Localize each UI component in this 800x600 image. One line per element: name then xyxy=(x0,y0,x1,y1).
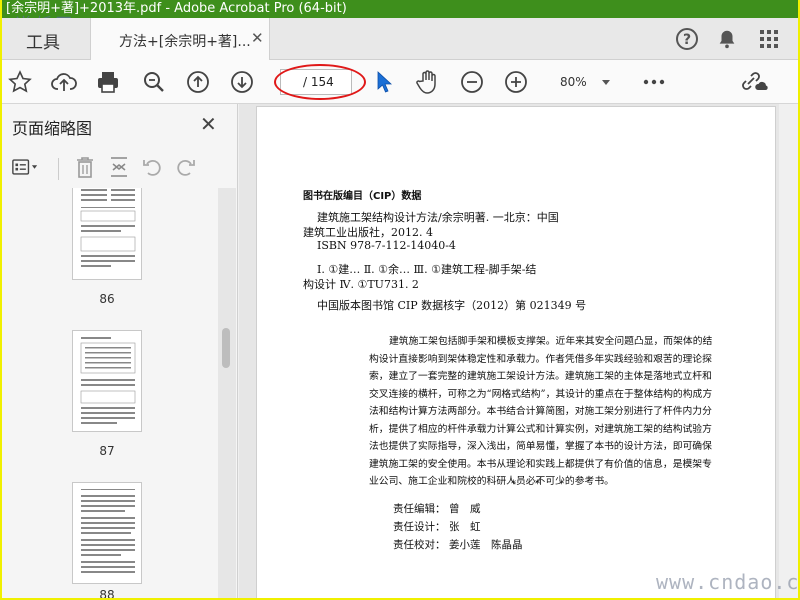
red-annotation-ellipse xyxy=(274,64,366,100)
previous-page-icon[interactable] xyxy=(184,68,212,96)
acrobat-window: [余宗明+著]+2013年.pdf - Adobe Acrobat Pro (6… xyxy=(2,0,798,598)
cip-line: 构设计 Ⅳ. ①TU731. 2 xyxy=(303,278,419,291)
tab-close-icon[interactable]: ✕ xyxy=(251,29,264,47)
extract-page-icon[interactable] xyxy=(106,154,132,180)
zoom-in-icon[interactable] xyxy=(502,68,530,96)
credit-name: 张 虹 xyxy=(449,521,481,533)
cip-line: Ⅰ. ①建… Ⅱ. ①余… Ⅲ. ①建筑工程-脚手架-结 xyxy=(317,263,537,276)
thumbnail-page-number: 87 xyxy=(99,444,115,458)
section-stars: * * * xyxy=(511,479,565,490)
thumbnail-scrollbar-thumb[interactable] xyxy=(222,328,230,368)
apps-grid-icon[interactable] xyxy=(756,26,782,52)
help-icon[interactable]: ? xyxy=(674,26,700,52)
panel-title: 页面缩略图 xyxy=(12,119,93,138)
summary-line: 交叉连接的横杆，可称之为“网格式结构”，其设计的重点在于整体结构的构成方 xyxy=(369,388,713,400)
main-toolbar: / 154 80% xyxy=(2,60,798,104)
bookmark-star-icon[interactable] xyxy=(6,68,34,96)
credit-role: 责任校对： xyxy=(393,539,446,551)
cip-line: 中国版本图书馆 CIP 数据核字（2012）第 021349 号 xyxy=(317,299,587,312)
thumbnail-page-number: 88 xyxy=(99,588,115,598)
summary-line: 构设计直接影响到架体稳定性和承载力。作者凭借多年实践经验和艰苦的理论探 xyxy=(369,353,712,365)
zoom-level-value: 80% xyxy=(560,75,587,89)
summary-line: 法和结构计算方法两部分。本书结合计算简图，对施工架分别进行了杆件内力分 xyxy=(369,406,712,417)
book-summary: 建筑施工架包括脚手架和模板支撑架。近年来其安全问题凸显，而架体的结 构设计直接影… xyxy=(369,333,749,491)
tab-document-label: 方法+[余宗明+著]... xyxy=(119,34,251,50)
tab-bar: 工具 方法+[余宗明+著]... ✕ ? xyxy=(2,18,798,61)
credit-role: 责任设计： xyxy=(393,521,446,533)
watermark-bottom-right: www.cndao.com xyxy=(656,570,798,594)
panel-close-icon[interactable]: ✕ xyxy=(200,112,217,136)
share-link-icon[interactable] xyxy=(740,68,768,96)
cip-line: 建筑施工架结构设计方法/余宗明著. 一北京：中国 xyxy=(317,211,559,224)
print-icon[interactable] xyxy=(94,68,122,96)
select-cursor-icon[interactable] xyxy=(370,68,398,96)
document-view: 图书在版编目（CIP）数据 建筑施工架结构设计方法/余宗明著. 一北京：中国 建… xyxy=(239,104,798,598)
thumbnail-page-86[interactable] xyxy=(72,188,142,280)
zoom-out-icon[interactable] xyxy=(458,68,486,96)
tab-document[interactable]: 方法+[余宗明+著]... ✕ xyxy=(90,18,270,61)
thumbnail-page-number: 86 xyxy=(99,292,115,306)
pdf-page: 图书在版编目（CIP）数据 建筑施工架结构设计方法/余宗明著. 一北京：中国 建… xyxy=(256,106,776,598)
rotate-right-icon[interactable] xyxy=(172,154,198,180)
thumbnail-list: 86 87 88 xyxy=(2,188,218,598)
summary-line: 法也提供了实际指导，深入浅出，简单易懂，掌握了本书的设计方法，即可确保 xyxy=(369,441,712,452)
zoom-search-icon[interactable] xyxy=(140,68,168,96)
summary-line: 建筑施工架的安全使用。本书从理论和实践上都提供了有价值的信息，是模架专 xyxy=(369,458,712,470)
page-thumbnails-panel: 页面缩略图 ✕ 86 87 88 xyxy=(2,104,238,598)
thumbnail-scrollbar[interactable] xyxy=(218,188,236,598)
thumbnail-options-icon[interactable] xyxy=(12,154,38,180)
summary-line: 建筑施工架包括脚手架和模板支撑架。近年来其安全问题凸显，而架体的结 xyxy=(389,336,713,347)
document-scrollbar[interactable] xyxy=(779,104,798,598)
chevron-down-icon[interactable] xyxy=(602,80,610,85)
cip-heading: 图书在版编目（CIP）数据 xyxy=(303,191,422,202)
more-options-icon[interactable] xyxy=(640,68,668,96)
panel-toolbar xyxy=(2,148,238,186)
thumbnail-page-87[interactable] xyxy=(72,330,142,432)
credit-role: 责任编辑： xyxy=(393,503,446,515)
cip-line: 建筑工业出版社，2012. 4 xyxy=(303,226,433,239)
credit-name: 姜小莲 陈晶晶 xyxy=(449,539,523,551)
hand-tool-icon[interactable] xyxy=(414,68,442,96)
upload-cloud-icon[interactable] xyxy=(50,68,78,96)
thumbnail-page-88[interactable] xyxy=(72,482,142,584)
panel-toolbar-divider xyxy=(58,158,59,180)
svg-text:?: ? xyxy=(683,32,691,48)
tab-tools[interactable]: 工具 xyxy=(26,28,60,53)
rotate-left-icon[interactable] xyxy=(140,154,166,180)
summary-line: 析，提供了相应的杆件承载力计算公式和计算实例，对建筑施工架的结构试验方 xyxy=(369,423,712,435)
credit-name: 曾 威 xyxy=(449,503,481,515)
summary-line: 索，建立了一套完整的建筑施工架设计方法。建筑施工架的主体是落地式立杆和 xyxy=(369,371,712,382)
bell-icon[interactable] xyxy=(714,26,740,52)
window-titlebar: [余宗明+著]+2013年.pdf - Adobe Acrobat Pro (6… xyxy=(2,0,798,18)
next-page-icon[interactable] xyxy=(228,68,256,96)
cip-line: ISBN 978-7-112-14040-4 xyxy=(317,239,456,252)
delete-page-icon[interactable] xyxy=(72,154,98,180)
